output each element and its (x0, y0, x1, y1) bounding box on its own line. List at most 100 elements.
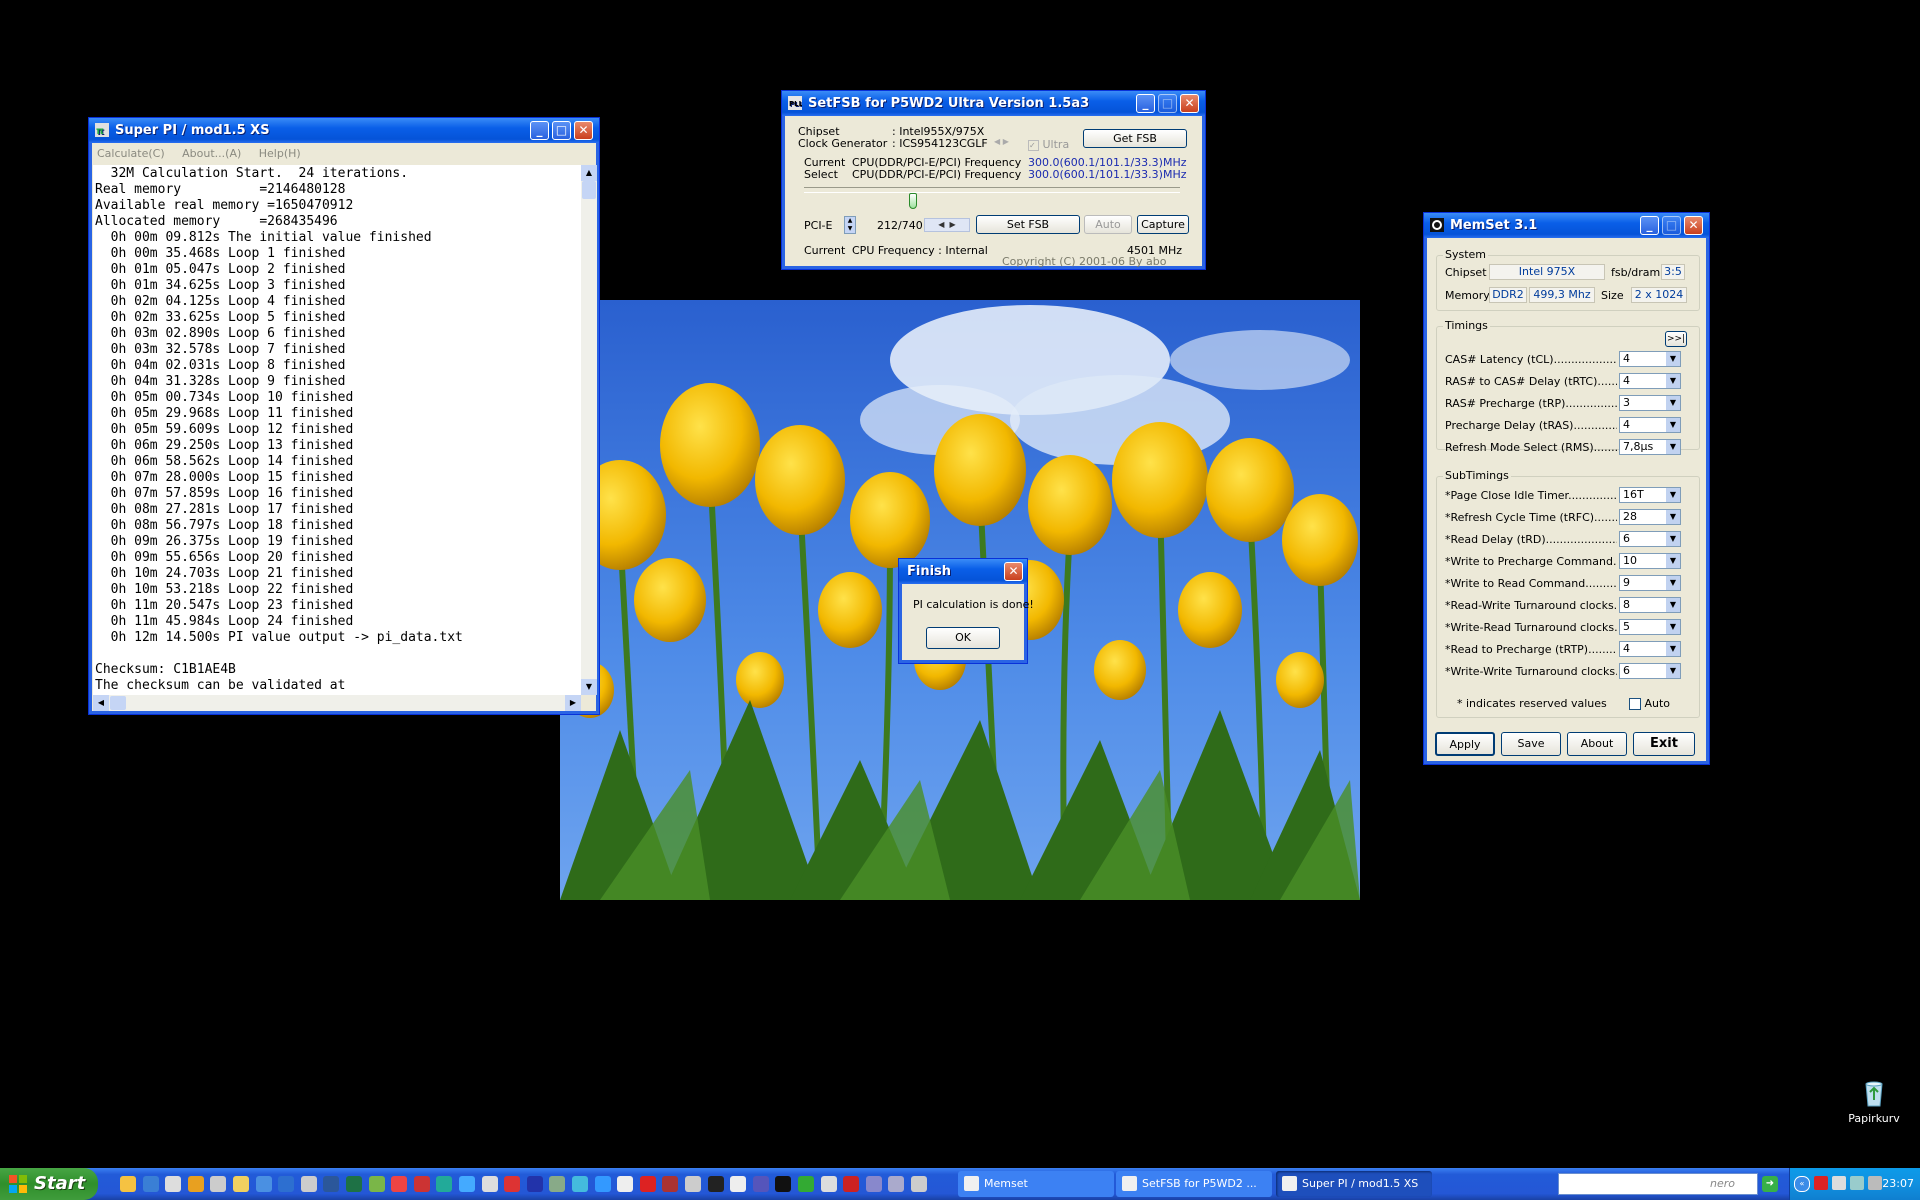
tray-network-icon[interactable] (1850, 1176, 1864, 1190)
fsb-slider-track[interactable] (804, 187, 1180, 193)
superpi-output-area[interactable]: 32M Calculation Start. 24 iterations. Rea… (93, 165, 581, 695)
quick-launch-icon[interactable] (549, 1176, 566, 1192)
timing-select[interactable]: 6 ▼ (1619, 663, 1681, 679)
ultra-checkbox-box[interactable]: ✓ (1028, 139, 1039, 151)
scroll-right-button[interactable]: ▶ (565, 695, 581, 711)
quick-launch-icon[interactable] (639, 1176, 656, 1192)
quick-launch-icon[interactable] (142, 1176, 159, 1192)
quick-launch-icon[interactable] (798, 1176, 814, 1192)
quick-launch-icon[interactable] (368, 1176, 385, 1192)
timing-select[interactable]: 28 ▼ (1619, 509, 1681, 525)
auto-checkbox-box[interactable] (1629, 698, 1641, 710)
quick-launch-icon[interactable] (617, 1176, 634, 1192)
quick-launch-icon[interactable] (210, 1176, 227, 1192)
quick-launch-icon[interactable] (504, 1176, 521, 1192)
quick-launch-icon[interactable] (165, 1176, 182, 1192)
close-button[interactable]: ✕ (1004, 562, 1023, 581)
fsb-step-arrows[interactable]: ◀ ▶ (924, 218, 970, 232)
quick-launch-icon[interactable] (707, 1176, 724, 1192)
scroll-down-button[interactable]: ▼ (581, 679, 597, 695)
quick-launch-icon[interactable] (662, 1176, 679, 1192)
chevron-down-icon[interactable]: ▼ (1666, 510, 1680, 524)
scroll-up-button[interactable]: ▲ (581, 165, 597, 181)
quick-launch-icon[interactable] (278, 1176, 295, 1192)
chevron-down-icon[interactable]: ▼ (1666, 532, 1680, 546)
quick-launch-icon[interactable] (594, 1176, 611, 1192)
scroll-h-thumb[interactable] (110, 696, 126, 710)
clockgen-arrows[interactable]: ◀ ▶ (994, 137, 1009, 146)
maximize-button[interactable]: □ (552, 121, 571, 140)
timing-select[interactable]: 6 ▼ (1619, 531, 1681, 547)
horizontal-scrollbar[interactable]: ◀ ▶ (93, 695, 581, 711)
quick-launch-icon[interactable] (775, 1176, 792, 1192)
quick-launch-icon[interactable] (187, 1176, 204, 1192)
quick-launch-icon[interactable] (436, 1176, 453, 1192)
timing-select[interactable]: 4 ▼ (1619, 351, 1681, 367)
chevron-down-icon[interactable]: ▼ (1666, 440, 1680, 454)
quick-launch-icon[interactable] (526, 1176, 543, 1192)
superpi-titlebar[interactable]: π Super PI / mod1.5 XS _ □ ✕ (89, 118, 599, 143)
fsb-slider-thumb[interactable] (909, 193, 918, 209)
timing-select[interactable]: 10 ▼ (1619, 553, 1681, 569)
timing-select[interactable]: 5 ▼ (1619, 619, 1681, 635)
ultra-checkbox[interactable]: ✓ Ultra (1028, 138, 1069, 151)
timing-select[interactable]: 16T ▼ (1619, 487, 1681, 503)
minimize-button[interactable]: _ (530, 121, 549, 140)
chevron-down-icon[interactable]: ▼ (1666, 620, 1680, 634)
quick-launch-icon[interactable] (255, 1176, 272, 1192)
auto-checkbox[interactable]: Auto (1629, 697, 1670, 710)
chevron-down-icon[interactable]: ▼ (1666, 352, 1680, 366)
finish-titlebar[interactable]: Finish ✕ (899, 559, 1027, 584)
close-button[interactable]: ✕ (1180, 94, 1199, 113)
minimize-button[interactable]: _ (1136, 94, 1155, 113)
exit-button[interactable]: Exit (1633, 732, 1695, 756)
maximize-button[interactable]: □ (1662, 216, 1681, 235)
timing-select[interactable]: 4 ▼ (1619, 373, 1681, 389)
quick-launch-icon[interactable] (233, 1176, 249, 1192)
expand-button[interactable]: >>| (1665, 331, 1687, 347)
timing-select[interactable]: 4 ▼ (1619, 417, 1681, 433)
vertical-scrollbar[interactable]: ▲ ▼ (581, 165, 597, 695)
close-button[interactable]: ✕ (574, 121, 593, 140)
about-button[interactable]: About (1567, 732, 1627, 756)
chevron-down-icon[interactable]: ▼ (1666, 576, 1680, 590)
scroll-left-button[interactable]: ◀ (93, 695, 109, 711)
ok-button[interactable]: OK (926, 627, 1000, 649)
apply-button[interactable]: Apply (1435, 732, 1495, 756)
chevron-down-icon[interactable]: ▼ (1666, 664, 1680, 678)
save-button[interactable]: Save (1501, 732, 1561, 756)
tray-shield-icon[interactable] (1832, 1176, 1846, 1190)
get-fsb-button[interactable]: Get FSB (1083, 129, 1187, 148)
tray-clock[interactable]: 23:07 (1882, 1177, 1914, 1190)
quick-launch-icon[interactable] (481, 1176, 498, 1192)
close-button[interactable]: ✕ (1684, 216, 1703, 235)
quick-launch-icon[interactable] (888, 1176, 905, 1192)
quick-launch-icon[interactable] (391, 1176, 408, 1192)
chevron-down-icon[interactable]: ▼ (1666, 598, 1680, 612)
minimize-button[interactable]: _ (1640, 216, 1659, 235)
quick-launch-icon[interactable] (730, 1176, 747, 1192)
timing-select[interactable]: 7,8µs ▼ (1619, 439, 1681, 455)
quick-launch-icon[interactable] (459, 1176, 475, 1192)
taskbar-button[interactable]: SetFSB for P5WD2 ... (1116, 1171, 1272, 1197)
search-go-icon[interactable]: ➜ (1762, 1176, 1778, 1192)
quick-launch-icon[interactable] (413, 1176, 430, 1192)
taskbar-button[interactable]: Super PI / mod1.5 XS (1276, 1171, 1432, 1197)
quick-launch-icon[interactable] (685, 1176, 701, 1192)
chevron-down-icon[interactable]: ▼ (1666, 418, 1680, 432)
tray-antivirus-icon[interactable] (1814, 1176, 1828, 1190)
auto-button[interactable]: Auto (1084, 215, 1132, 234)
quick-launch-icon[interactable] (120, 1176, 136, 1192)
search-box[interactable]: nero (1558, 1173, 1758, 1195)
taskbar-button[interactable]: Memset (958, 1171, 1114, 1197)
pcie-spinner[interactable]: ▲ ▼ (844, 216, 856, 234)
chevron-down-icon[interactable]: ▼ (1666, 642, 1680, 656)
quick-launch-icon[interactable] (911, 1176, 927, 1192)
scroll-thumb[interactable] (582, 181, 596, 199)
recycle-bin-desktop-icon[interactable]: Papirkurv (1844, 1078, 1904, 1134)
tray-expand-icon[interactable]: « (1794, 1176, 1810, 1192)
quick-launch-icon[interactable] (752, 1176, 769, 1192)
memset-titlebar[interactable]: MemSet 3.1 _ □ ✕ (1424, 213, 1709, 238)
chevron-down-icon[interactable]: ▼ (1666, 488, 1680, 502)
quick-launch-icon[interactable] (865, 1176, 882, 1192)
